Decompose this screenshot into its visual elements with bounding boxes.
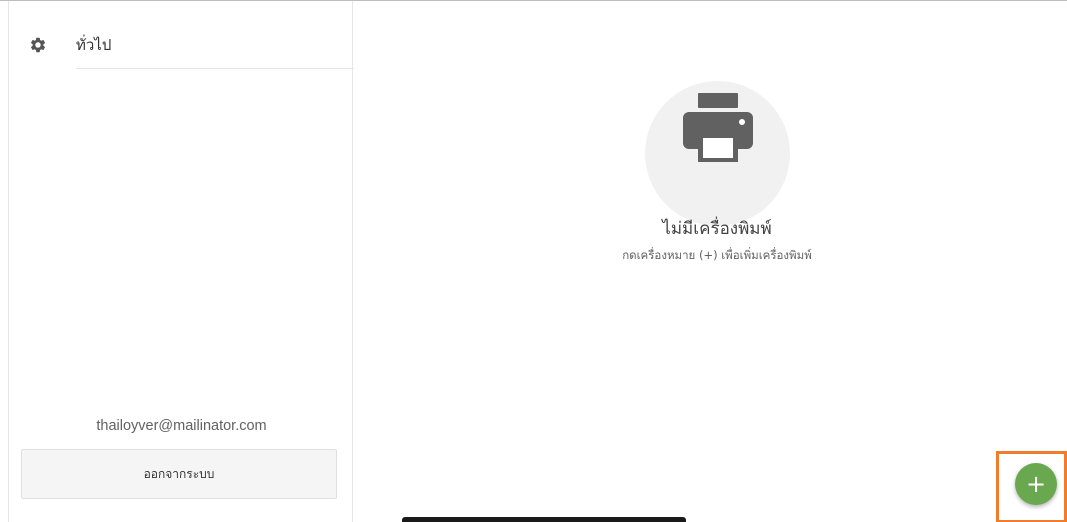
empty-state-illustration [645,81,790,226]
account-email: thailoyver@mailinator.com [96,418,267,434]
empty-state-hint: กดเครื่องหมาย (+) เพื่อเพิ่มเครื่องพิมพ์ [622,248,812,262]
sidebar-item-general[interactable]: ทั่วไป [9,17,354,69]
gear-icon [30,37,46,53]
plus-icon: + [1025,470,1047,498]
logout-button[interactable]: ออกจากระบบ [21,449,337,499]
empty-state-title: ไม่มีเครื่องพิมพ์ [662,219,772,239]
sidebar: ทั่วไป thailoyver@mailinator.com ออกจากร… [8,1,354,522]
add-printer-button[interactable]: + [1015,463,1057,505]
printer-icon [683,93,753,162]
home-indicator [402,517,686,522]
sidebar-item-label: ทั่วไป [76,36,112,54]
printer-settings-screen: ทั่วไป thailoyver@mailinator.com ออกจากร… [0,0,1067,522]
